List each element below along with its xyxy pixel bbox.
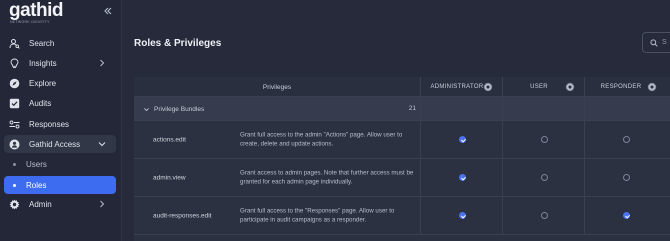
page-title: Roles & Privileges [134, 38, 222, 49]
sidebar-item-admin[interactable]: Admin [4, 195, 116, 213]
privilege-description: Grant full access to the admin "Actions"… [240, 131, 403, 148]
column-divider [420, 97, 421, 120]
gear-icon[interactable] [565, 82, 575, 92]
sidebar-item-label: Audits [29, 98, 52, 108]
privilege-checkbox-administrator[interactable] [459, 174, 466, 181]
role-column-administrator: ADMINISTRATOR [420, 77, 502, 97]
search-placeholder: S [662, 39, 667, 46]
sidebar-item-label: Explore [29, 78, 57, 88]
sidebar-item-search[interactable]: Search [4, 34, 116, 52]
column-divider [502, 97, 503, 120]
bundle-label: Privilege Bundles [154, 105, 205, 113]
gear-icon [9, 199, 20, 210]
search-person-icon [9, 38, 20, 49]
main-content: Roles & Privileges S Privileges ADMINIST… [122, 0, 670, 241]
gathid-logo[interactable]: gathid NETWORK IDENTITY [9, 0, 64, 25]
sidebar-item-label: Users [26, 159, 47, 169]
role-column-user: USER [502, 77, 584, 97]
chevron-down-icon [98, 142, 106, 147]
sidebar-item-roles[interactable]: Roles [4, 176, 116, 194]
role-header-label: USER [530, 84, 548, 90]
column-divider [502, 159, 503, 196]
sidebar-item-audits[interactable]: Audits [4, 94, 116, 112]
chevron-down-icon [144, 107, 149, 111]
table-row: admin.view Grant access to admin pages. N… [134, 159, 670, 197]
sidebar-item-label: Insights [29, 58, 57, 68]
role-header-label: RESPONDER [600, 84, 642, 90]
table-header: Privileges ADMINISTRATOR USER RESPONDER [134, 77, 670, 97]
privilege-description: Grant access to admin pages. Note that f… [240, 169, 414, 186]
collapse-sidebar-button[interactable] [102, 5, 114, 17]
bundle-count: 21 [408, 105, 416, 112]
sidebar-item-explore[interactable]: Explore [4, 74, 116, 92]
table-row: audit-responses.edit Grant full access to… [134, 197, 670, 235]
privilege-checkbox-user[interactable] [541, 212, 548, 219]
role-column-responder: RESPONDER [584, 77, 666, 97]
logo-text: gathid [9, 0, 64, 21]
bullet-icon [13, 183, 16, 187]
search-icon [650, 38, 658, 47]
privilege-checkbox-administrator[interactable] [459, 136, 466, 143]
checkbox-icon [9, 98, 20, 109]
privilege-description: Grant full access to the "Responses" pag… [240, 207, 395, 224]
column-divider [584, 159, 585, 196]
sidebar-item-label: Responses [29, 119, 70, 129]
sidebar-item-gathid-access[interactable]: Gathid Access [4, 135, 116, 153]
sidebar-item-users[interactable]: Users [4, 155, 116, 173]
gear-icon[interactable] [647, 82, 657, 92]
privilege-key: audit-responses.edit [153, 212, 212, 219]
search-input[interactable]: S [642, 32, 670, 53]
privilege-checkbox-responder[interactable] [623, 136, 630, 143]
column-divider [502, 121, 503, 158]
column-divider [420, 159, 421, 196]
privilege-checkbox-user[interactable] [541, 136, 548, 143]
chevron-right-icon [100, 59, 105, 67]
column-divider [420, 121, 421, 158]
column-divider [584, 121, 585, 158]
double-chevron-left-icon [104, 7, 112, 15]
sidebar: gathid NETWORK IDENTITY Search Insights … [0, 0, 122, 241]
table-row: actions.edit Grant full access to the adm… [134, 121, 670, 159]
sidebar-item-label: Gathid Access [29, 139, 81, 149]
privilege-checkbox-responder[interactable] [623, 174, 630, 181]
privileges-column-header: Privileges [262, 83, 292, 91]
privilege-key: actions.edit [153, 136, 186, 143]
sidebar-item-responses[interactable]: Responses [4, 115, 116, 133]
privilege-key: admin.view [153, 174, 186, 181]
privileges-table: Privileges ADMINISTRATOR USER RESPONDER … [134, 77, 670, 241]
privilege-bundles-toggle[interactable]: Privilege Bundles 21 [134, 97, 420, 121]
shield-person-icon [9, 139, 20, 150]
privilege-checkbox-user[interactable] [541, 174, 548, 181]
privilege-bundles-group[interactable]: Privilege Bundles 21 [134, 97, 670, 121]
column-divider [502, 197, 503, 234]
sidebar-item-label: Roles [26, 180, 47, 190]
column-divider [584, 97, 585, 120]
sidebar-item-label: Admin [29, 199, 52, 209]
chevron-right-icon [100, 200, 105, 208]
column-divider [420, 197, 421, 234]
sidebar-item-insights[interactable]: Insights [4, 54, 116, 72]
list-toggle-icon [9, 119, 20, 130]
privilege-checkbox-administrator[interactable] [459, 212, 466, 219]
role-header-label: ADMINISTRATOR [430, 84, 484, 90]
lightbulb-icon [9, 58, 20, 69]
privilege-checkbox-responder[interactable] [623, 212, 630, 219]
compass-icon [9, 78, 20, 89]
sidebar-item-label: Search [29, 38, 55, 48]
gear-icon[interactable] [483, 82, 493, 92]
bullet-icon [13, 162, 16, 166]
column-divider [584, 197, 585, 234]
